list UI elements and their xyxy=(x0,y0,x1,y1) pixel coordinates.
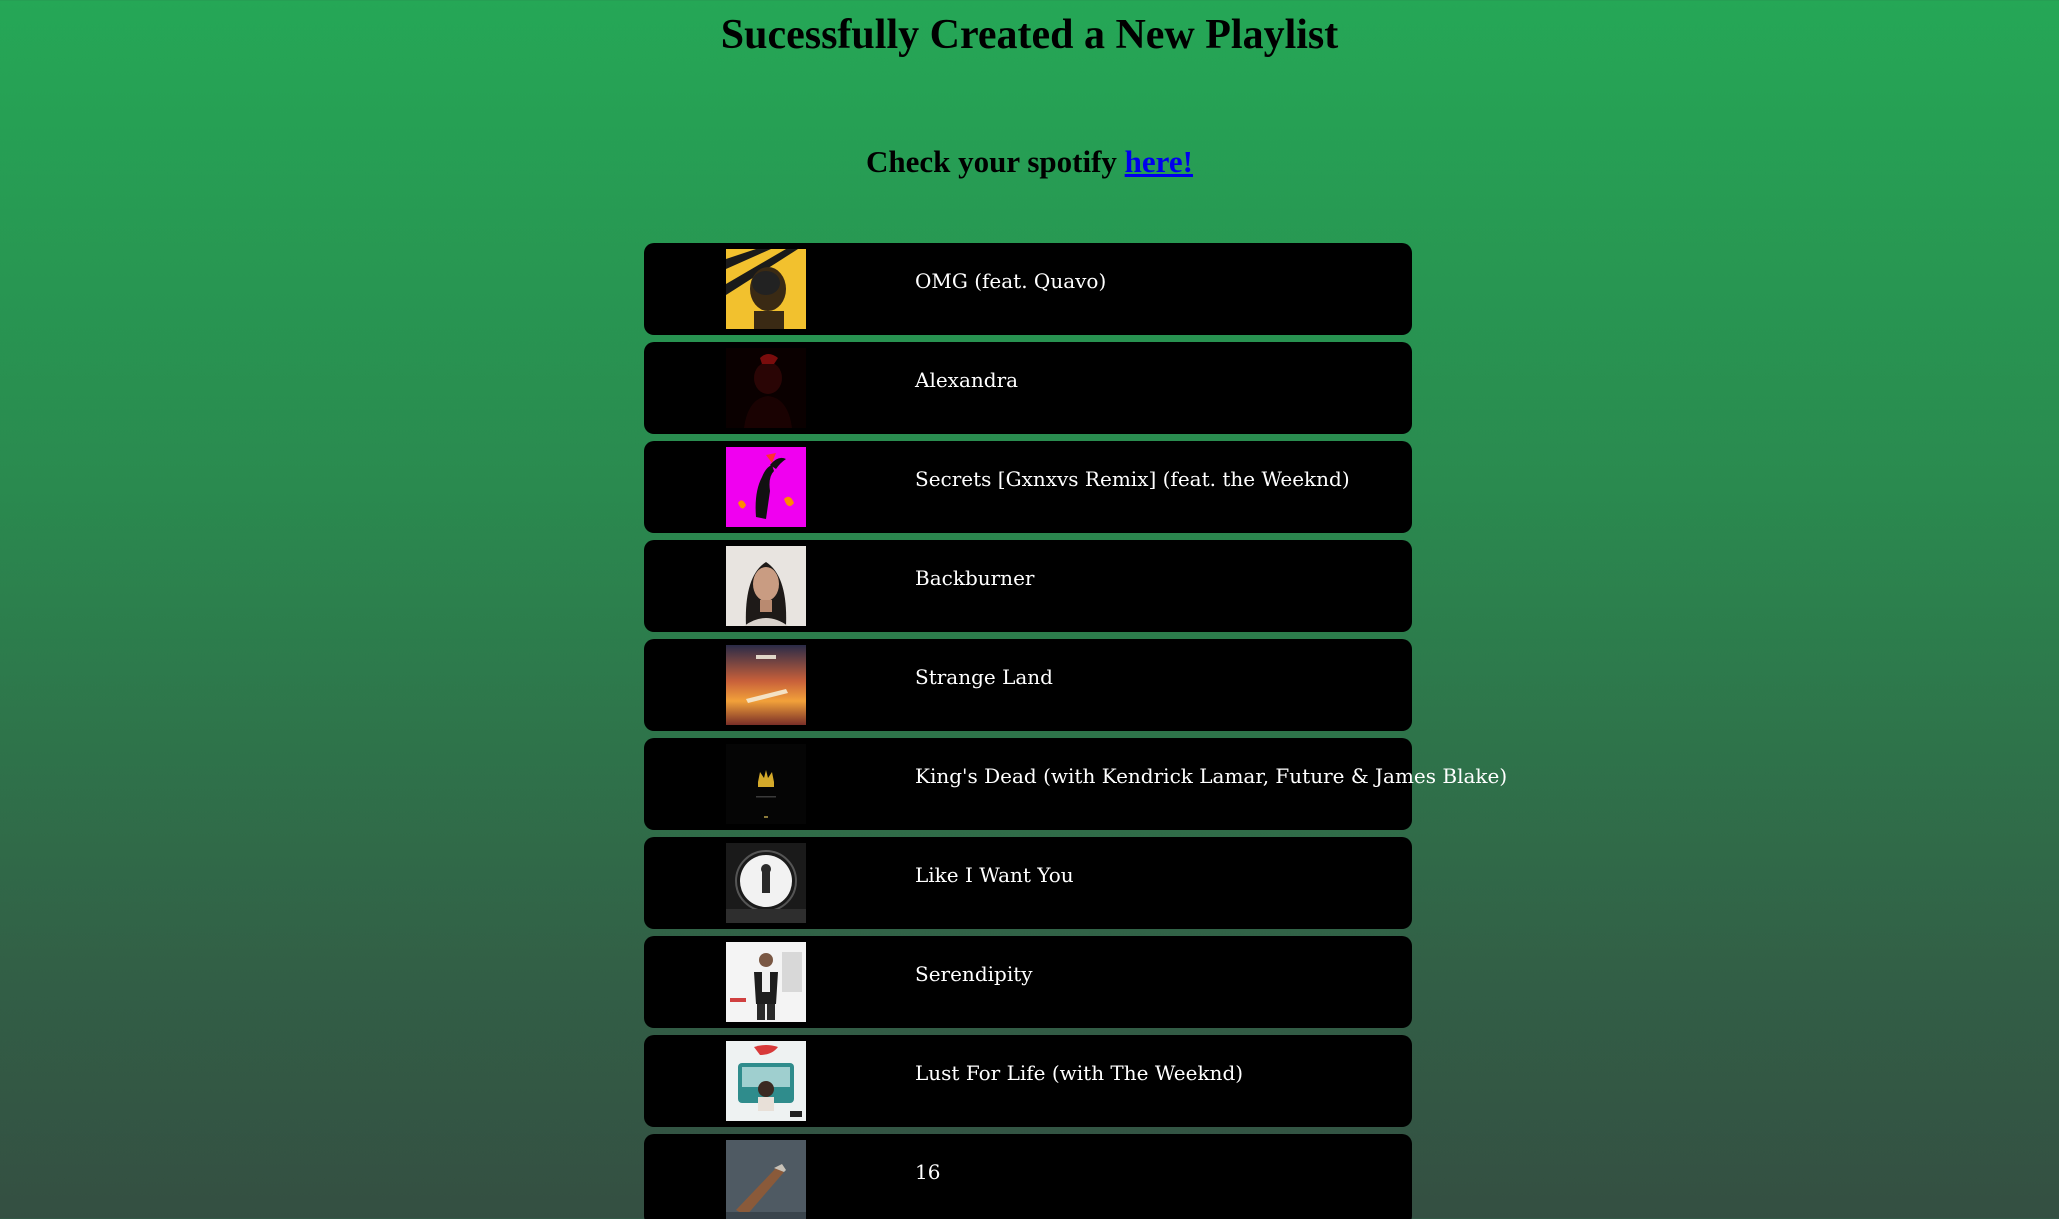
page-title: Sucessfully Created a New Playlist xyxy=(720,12,1339,58)
album-cover-alexandra-icon xyxy=(726,348,806,428)
track-row[interactable]: 16 xyxy=(644,1134,1412,1219)
track-row[interactable]: Backburner xyxy=(644,540,1412,632)
track-row[interactable]: Serendipity xyxy=(644,936,1412,1028)
check-text: Check your spotify xyxy=(866,144,1125,179)
track-row[interactable]: OMG (feat. Quavo) xyxy=(644,243,1412,335)
track-name: Lust For Life (with The Weeknd) xyxy=(915,1061,1244,1085)
track-name: 16 xyxy=(915,1160,941,1184)
album-cover-backburner-icon xyxy=(726,546,806,626)
album-cover-like-i-want-you-icon xyxy=(726,843,806,923)
spotify-link[interactable]: here! xyxy=(1125,144,1193,179)
track-name: Serendipity xyxy=(915,962,1033,986)
track-name: Alexandra xyxy=(915,368,1019,392)
album-cover-omg-icon xyxy=(726,249,806,329)
track-name: King's Dead (with Kendrick Lamar, Future… xyxy=(915,764,1508,788)
track-name: Secrets [Gxnxvs Remix] (feat. the Weeknd… xyxy=(915,467,1350,491)
track-row[interactable]: Alexandra xyxy=(644,342,1412,434)
track-name: Backburner xyxy=(915,566,1035,590)
track-list: OMG (feat. Quavo) Alexandra Secrets [Gxn xyxy=(644,243,1507,1219)
album-cover-16-icon xyxy=(726,1140,806,1219)
album-cover-secrets-icon xyxy=(726,447,806,527)
track-name: OMG (feat. Quavo) xyxy=(915,269,1107,293)
track-row[interactable]: Strange Land xyxy=(644,639,1412,731)
track-row[interactable]: King's Dead (with Kendrick Lamar, Future… xyxy=(644,738,1507,830)
track-row[interactable]: Like I Want You xyxy=(644,837,1412,929)
album-cover-strange-land-icon xyxy=(726,645,806,725)
spotify-check-message: Check your spotify here! xyxy=(0,142,2059,182)
track-row[interactable]: Secrets [Gxnxvs Remix] (feat. the Weeknd… xyxy=(644,441,1412,533)
track-name: Like I Want You xyxy=(915,863,1074,887)
album-cover-serendipity-icon xyxy=(726,942,806,1022)
album-cover-lust-for-life-icon xyxy=(726,1041,806,1121)
track-name: Strange Land xyxy=(915,665,1053,689)
track-row[interactable]: Lust For Life (with The Weeknd) xyxy=(644,1035,1412,1127)
album-cover-kings-dead-icon xyxy=(726,744,806,824)
